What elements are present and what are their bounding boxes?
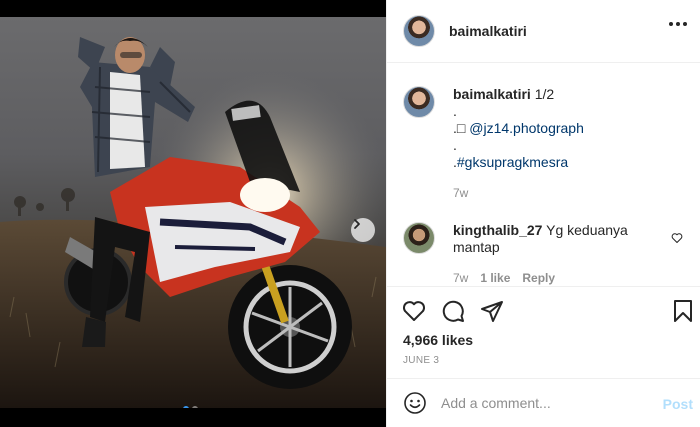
caption-username[interactable]: baimalkatiri (453, 86, 531, 102)
caption: baimalkatiri 1/2 . .□ @jz14.photograph .… (403, 86, 584, 171)
comment-input[interactable] (441, 395, 651, 411)
share-icon[interactable] (480, 299, 504, 323)
carousel-indicator (183, 406, 198, 408)
comment-body: kingthalib_27 Yg keduanya mantap (453, 222, 673, 256)
more-horizontal-icon[interactable] (669, 22, 687, 26)
caption-timestamp[interactable]: 7w (453, 186, 468, 200)
mention-link[interactable]: @jz14.photograph (469, 120, 584, 136)
comment-likes[interactable]: 1 like (480, 271, 510, 285)
likes-count[interactable]: 4,966 likes (403, 332, 473, 348)
bookmark-icon[interactable] (671, 299, 695, 323)
post-date[interactable]: JUNE 3 (403, 355, 439, 366)
chevron-right-icon (354, 219, 360, 229)
reply-button[interactable]: Reply (522, 271, 555, 285)
post-actions: 4,966 likes JUNE 3 (387, 286, 700, 378)
post-panel: baimalkatiri baimalkatiri 1/2 . .□ @jz14… (386, 0, 700, 427)
post-photo[interactable] (0, 17, 386, 408)
post-header: baimalkatiri (387, 0, 700, 63)
post-username[interactable]: baimalkatiri (449, 23, 527, 39)
comment-item: kingthalib_27 Yg keduanya mantap (403, 222, 693, 256)
caption-line: . (453, 137, 457, 153)
post-comment-button[interactable]: Post (663, 396, 693, 412)
comment-like-heart-icon[interactable] (671, 232, 683, 244)
avatar[interactable] (403, 15, 435, 47)
comment-icon[interactable] (441, 299, 465, 323)
comment-username[interactable]: kingthalib_27 (453, 222, 542, 238)
caption-avatar[interactable] (403, 86, 435, 118)
caption-symbol: □ (456, 120, 466, 136)
comment-timestamp[interactable]: 7w (453, 271, 468, 285)
carousel-dot-active (183, 406, 189, 408)
post-media (0, 0, 386, 427)
carousel-dot (192, 406, 198, 408)
caption-line: . (453, 103, 457, 119)
hashtag-link[interactable]: #gksupragkmesra (457, 154, 568, 170)
motorbike-photo (0, 17, 386, 408)
next-slide-button[interactable] (351, 218, 375, 242)
caption-text: 1/2 (534, 86, 555, 102)
heart-icon[interactable] (402, 299, 426, 323)
comments-section: baimalkatiri 1/2 . .□ @jz14.photograph .… (387, 64, 700, 286)
comment-meta: 7w 1 like Reply (453, 271, 555, 285)
comment-avatar[interactable] (403, 222, 435, 254)
caption-body: baimalkatiri 1/2 . .□ @jz14.photograph .… (453, 86, 584, 171)
add-comment-bar: Post (387, 378, 700, 427)
emoji-icon[interactable] (403, 391, 427, 415)
